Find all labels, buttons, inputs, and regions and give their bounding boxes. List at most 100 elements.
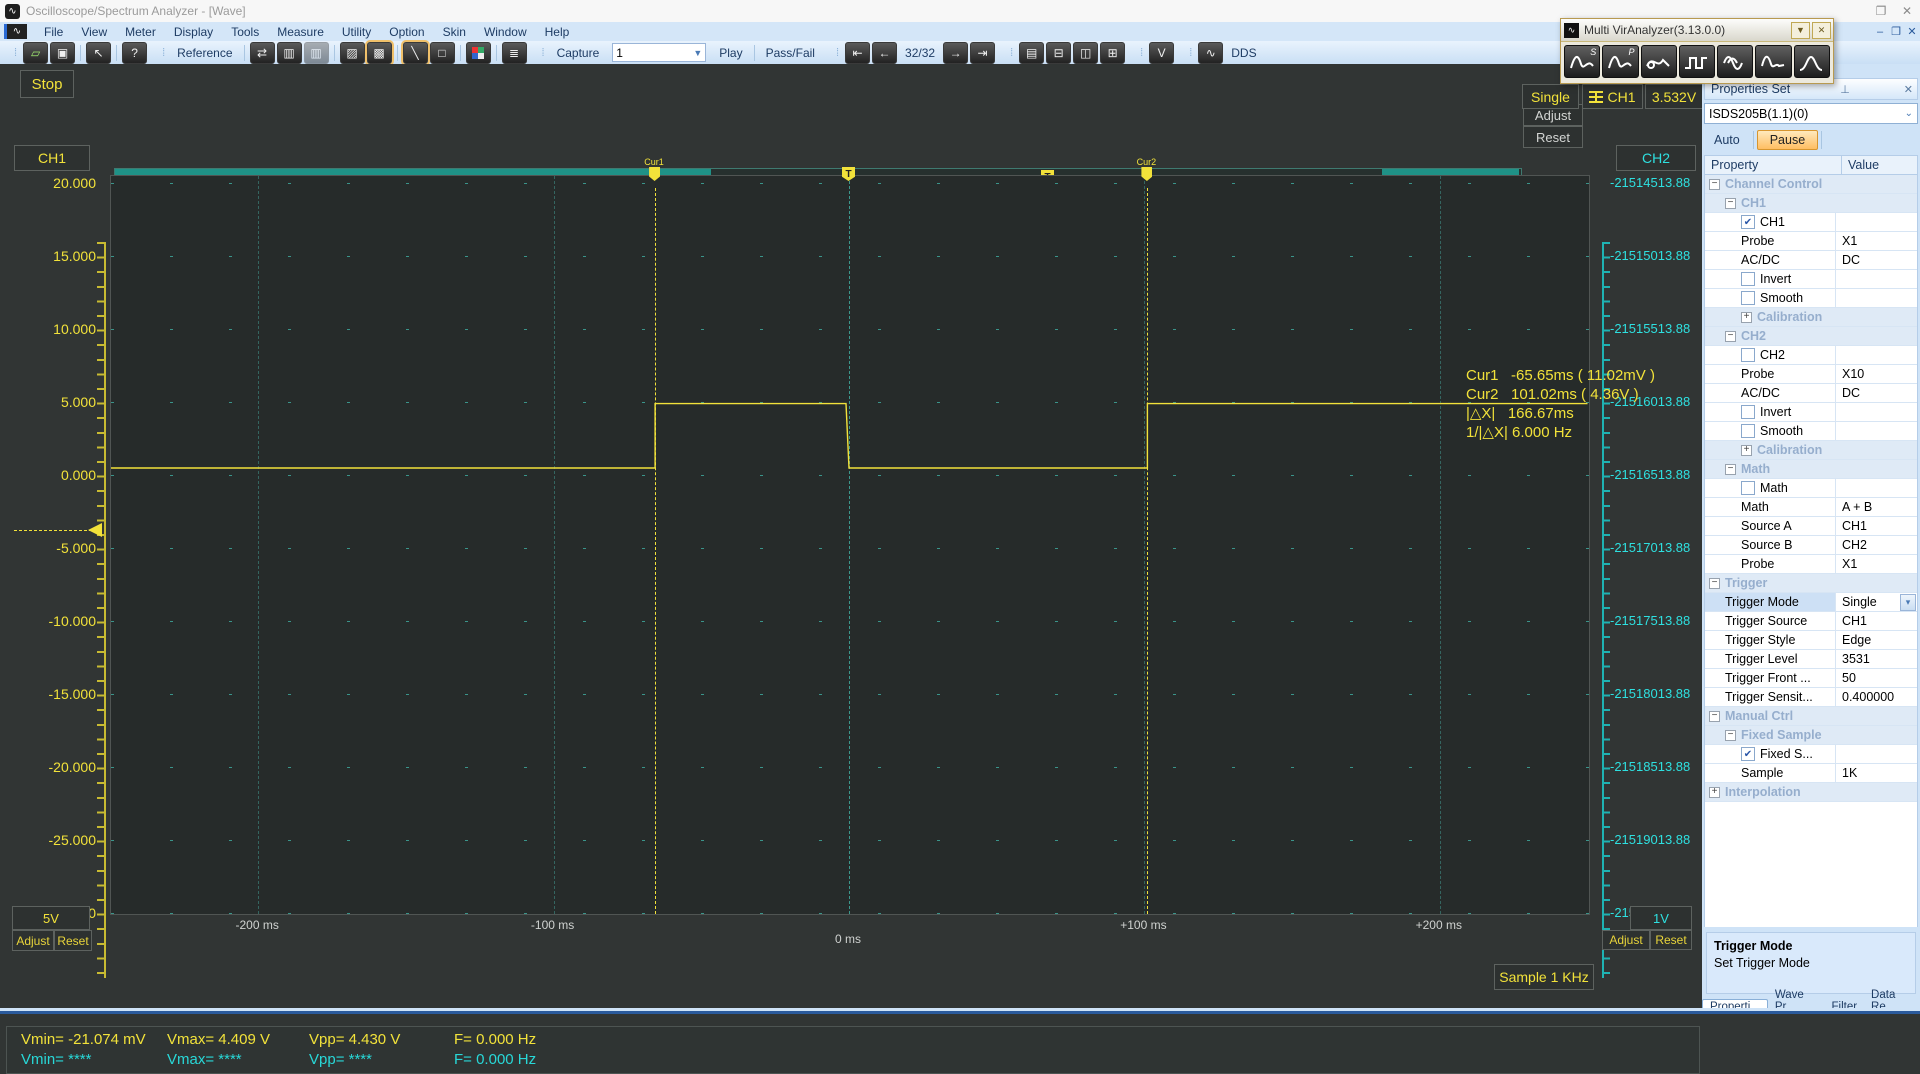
first-frame-button[interactable]: ⇤ [845,41,871,64]
menu-help[interactable]: Help [536,23,579,41]
ch2-adjust-button[interactable]: Adjust [1602,930,1650,950]
decay-wave-button[interactable] [1755,45,1792,78]
prop-row-smooth[interactable]: Smooth [1705,422,1917,441]
last-frame-button[interactable]: ⇥ [970,41,996,64]
mdi-close-button[interactable]: ✕ [1904,25,1920,38]
menu-measure[interactable]: Measure [268,23,333,41]
color-button[interactable] [465,41,491,64]
multi-viranalyzer-window[interactable]: ∿ Multi VirAnalyzer(3.13.0.0) ▼ ✕ SP [1560,18,1834,84]
menu-skin[interactable]: Skin [434,23,475,41]
checkbox-unchecked[interactable] [1741,481,1755,495]
prop-row-trigger-sensit[interactable]: Trigger Sensit... 0.400000 [1705,688,1917,707]
prop-group-ch1[interactable]: − CH1 [1705,194,1917,213]
prop-row-invert[interactable]: Invert [1705,270,1917,289]
prop-row-math[interactable]: Math A + B [1705,498,1917,517]
voltage-button[interactable]: V [1149,41,1175,64]
tile-horizontal-button[interactable]: ⊟ [1046,41,1072,64]
save-button[interactable]: ▣ [50,41,76,64]
mdi-restore-button[interactable]: ❐ [1888,25,1904,38]
collapse-icon[interactable]: − [1725,729,1736,741]
list-view-button[interactable]: ≣ [501,41,527,64]
prop-group-ch2[interactable]: − CH2 [1705,327,1917,346]
auto-button[interactable]: Auto [1704,130,1750,150]
scan-wave-button[interactable] [1640,45,1677,78]
collapse-icon[interactable]: − [1709,178,1720,190]
next-frame-button[interactable]: → [943,41,969,64]
collapse-icon[interactable]: − [1725,463,1736,475]
checkbox-unchecked[interactable] [1741,272,1755,286]
prop-group-calibration[interactable]: + Calibration [1705,308,1917,327]
waveform-plot[interactable]: Cur1 -65.65ms ( 11.02mV ) Cur2 101.02ms (… [110,175,1655,915]
sweep-s-button[interactable]: S [1564,45,1601,78]
pin-icon[interactable]: ⊥ [1836,83,1854,96]
floatwin-title-bar[interactable]: ∿ Multi VirAnalyzer(3.13.0.0) ▼ ✕ [1561,19,1833,42]
dual-wave-button[interactable] [1717,45,1754,78]
prop-row-ch1[interactable]: ✔ CH1 [1705,213,1917,232]
floatwin-dropdown-button[interactable]: ▼ [1791,21,1810,39]
menu-meter[interactable]: Meter [116,23,165,41]
dropdown-arrow-icon[interactable]: ▾ [1900,593,1916,611]
square-wave-button[interactable] [1678,45,1716,78]
ch2-scale-box[interactable]: 1V [1630,906,1692,930]
checkbox-checked[interactable]: ✔ [1741,747,1755,761]
prop-row-source-a[interactable]: Source A CH1 [1705,517,1917,536]
trigger-level-badge[interactable]: 3.532V [1645,84,1703,109]
prop-group-math[interactable]: − Math [1705,460,1917,479]
prop-row-invert[interactable]: Invert [1705,403,1917,422]
hatch-pattern-button[interactable]: ▨ [339,41,365,64]
reference-button[interactable]: Reference [170,44,239,62]
expand-icon[interactable]: + [1741,311,1752,323]
cascade-windows-button[interactable]: ▤ [1019,41,1045,64]
trigger-source-badge[interactable]: CH1 [1582,84,1643,109]
prop-row-trigger-level[interactable]: Trigger Level 3531 [1705,650,1917,669]
fill-pattern-button[interactable]: ▩ [366,41,392,64]
prop-row-probe[interactable]: Probe X10 [1705,365,1917,384]
menu-window[interactable]: Window [475,23,536,41]
collapse-icon[interactable]: − [1709,577,1720,589]
sweep-p-button[interactable]: P [1602,45,1639,78]
expand-icon[interactable]: + [1709,786,1720,798]
menu-display[interactable]: Display [165,23,222,41]
prop-row-source-b[interactable]: Source B CH2 [1705,536,1917,555]
ch1-reset-button[interactable]: Reset [54,930,92,951]
stop-button[interactable]: Stop [20,70,74,98]
prop-row-smooth[interactable]: Smooth [1705,289,1917,308]
prop-row-probe[interactable]: Probe X1 [1705,555,1917,574]
prop-group-channel-control[interactable]: − Channel Control [1705,175,1917,194]
overview-reset-button[interactable]: Reset [1523,126,1583,148]
menu-utility[interactable]: Utility [333,23,380,41]
bell-curve-button[interactable] [1793,45,1830,78]
arrange-icons-button[interactable]: ⊞ [1100,41,1126,64]
prop-row-ac-dc[interactable]: AC/DC DC [1705,384,1917,403]
capture-count-combo[interactable]: 1 ▼ [612,43,707,62]
prop-row-sample[interactable]: Sample 1K [1705,764,1917,783]
prop-group-manual-ctrl[interactable]: − Manual Ctrl [1705,707,1917,726]
line-style-button[interactable]: ╲ [402,41,428,64]
collapse-icon[interactable]: − [1725,330,1736,342]
prop-row-trigger-mode[interactable]: Trigger Mode Single ▾ [1705,593,1917,612]
floatwin-close-button[interactable]: ✕ [1812,21,1831,39]
prop-row-fixed-s[interactable]: ✔ Fixed S... [1705,745,1917,764]
cursor2-line[interactable] [1147,188,1149,914]
histogram-faded-button[interactable]: ▥ [303,41,329,64]
restore-window-button[interactable]: ❐ [1868,4,1894,18]
prop-row-math[interactable]: Math [1705,479,1917,498]
cursor1-line[interactable] [655,188,657,914]
prop-group-interpolation[interactable]: + Interpolation [1705,783,1917,802]
histogram-button[interactable]: ▥ [276,41,302,64]
ch1-zero-marker-icon[interactable] [88,523,102,537]
passfail-button[interactable]: Pass/Fail [759,44,822,62]
dds-button[interactable]: ∿ [1198,41,1224,64]
prop-row-trigger-source[interactable]: Trigger Source CH1 [1705,612,1917,631]
prop-row-trigger-style[interactable]: Trigger Style Edge [1705,631,1917,650]
collapse-icon[interactable]: − [1709,710,1720,722]
checkbox-unchecked[interactable] [1741,291,1755,305]
device-select-combo[interactable]: ISDS205B(1.1)(0) ⌄ [1704,103,1918,124]
checkbox-checked[interactable]: ✔ [1741,215,1755,229]
checkbox-unchecked[interactable] [1741,348,1755,362]
ch1-header[interactable]: CH1 [14,145,90,171]
help-button[interactable]: ? [122,41,148,64]
checkbox-unchecked[interactable] [1741,405,1755,419]
prop-group-fixed-sample[interactable]: − Fixed Sample [1705,726,1917,745]
prop-row-trigger-front[interactable]: Trigger Front ... 50 [1705,669,1917,688]
